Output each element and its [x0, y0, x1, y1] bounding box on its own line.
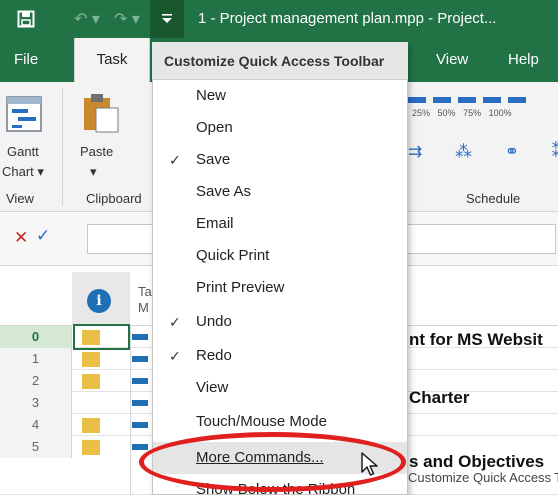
menu-item-undo[interactable]: ✓ Undo — [153, 306, 407, 338]
chart-label[interactable]: Chart ▾ — [2, 164, 44, 180]
check-icon: ✓ — [169, 348, 181, 364]
group-view-label: View — [6, 191, 34, 206]
column-divider — [130, 326, 131, 495]
schedule-tools-icons[interactable]: ⇉ ⁂ ⚭ ⁑ — [408, 142, 558, 162]
row-number[interactable]: 2 — [0, 370, 72, 392]
menu-item-print-preview[interactable]: Print Preview — [153, 272, 407, 304]
selected-cell[interactable] — [73, 324, 130, 350]
paste-dropdown-icon[interactable]: ▾ — [90, 164, 97, 180]
paste-icon[interactable] — [80, 92, 122, 137]
group-separator — [62, 88, 63, 206]
task-mode-header[interactable]: Ta M — [138, 284, 152, 316]
task-name[interactable]: Charter — [409, 388, 469, 408]
auto-schedule-icon — [132, 378, 148, 384]
tab-file[interactable]: File — [14, 38, 38, 82]
note-indicator-icon[interactable] — [82, 352, 100, 367]
window-title: 1 - Project management plan.mpp - Projec… — [198, 10, 497, 27]
percent-labels: 25% 50% 75% 100% — [412, 108, 512, 118]
auto-schedule-icon — [132, 444, 148, 450]
check-icon: ✓ — [169, 314, 181, 330]
auto-schedule-icon — [132, 422, 148, 428]
entry-field-right[interactable] — [408, 224, 556, 254]
menu-item-quick-print[interactable]: Quick Print — [153, 240, 407, 272]
customize-qat-icon[interactable] — [150, 0, 184, 38]
menu-item-new[interactable]: New — [153, 80, 407, 112]
tab-task[interactable]: Task — [74, 38, 150, 82]
note-indicator-icon[interactable] — [82, 418, 100, 433]
mouse-cursor-icon — [361, 452, 379, 481]
menu-item-view[interactable]: View — [153, 372, 407, 404]
menu-item-open[interactable]: Open — [153, 112, 407, 144]
row-number[interactable]: 3 — [0, 392, 72, 414]
auto-schedule-icon — [132, 334, 148, 340]
row-number[interactable]: 5 — [0, 436, 72, 458]
entry-field[interactable] — [87, 224, 154, 254]
cancel-entry-icon[interactable]: ✕ — [14, 228, 28, 248]
save-icon[interactable] — [12, 0, 40, 38]
menu-item-email[interactable]: Email — [153, 208, 407, 240]
undo-icon[interactable]: ↶ ▾ — [70, 0, 104, 38]
menu-item-redo[interactable]: ✓ Redo — [153, 340, 407, 372]
task-name[interactable]: nt for MS Websit — [409, 330, 543, 350]
menu-header: Customize Quick Access Toolbar — [152, 42, 408, 80]
task-name[interactable]: s and Objectives — [409, 452, 544, 472]
tab-help[interactable]: Help — [508, 38, 539, 82]
percent-icons[interactable] — [408, 96, 526, 105]
gantt-chart-icon[interactable] — [6, 96, 42, 135]
redo-icon[interactable]: ↷ ▾ — [110, 0, 144, 38]
note-indicator-icon[interactable] — [82, 374, 100, 389]
check-icon: ✓ — [169, 152, 181, 168]
row-number[interactable]: 1 — [0, 348, 72, 370]
note-indicator-icon[interactable] — [82, 440, 100, 455]
menu-item-save-as[interactable]: Save As — [153, 176, 407, 208]
confirm-entry-icon[interactable]: ✓ — [36, 226, 50, 246]
paste-label[interactable]: Paste — [80, 144, 113, 159]
group-schedule-label: Schedule — [466, 191, 521, 206]
tab-view[interactable]: View — [436, 38, 468, 82]
auto-schedule-icon — [132, 356, 148, 362]
group-clipboard-label: Clipboard — [86, 191, 142, 206]
menu-item-save[interactable]: ✓ Save — [153, 144, 407, 176]
row-number[interactable]: 4 — [0, 414, 72, 436]
auto-schedule-icon — [132, 400, 148, 406]
gantt-label[interactable]: Gantt — [7, 144, 39, 159]
row-number[interactable]: 0 — [0, 326, 72, 348]
tooltip-peek: Customize Quick Access T — [408, 470, 558, 485]
info-icon: i — [87, 289, 111, 313]
